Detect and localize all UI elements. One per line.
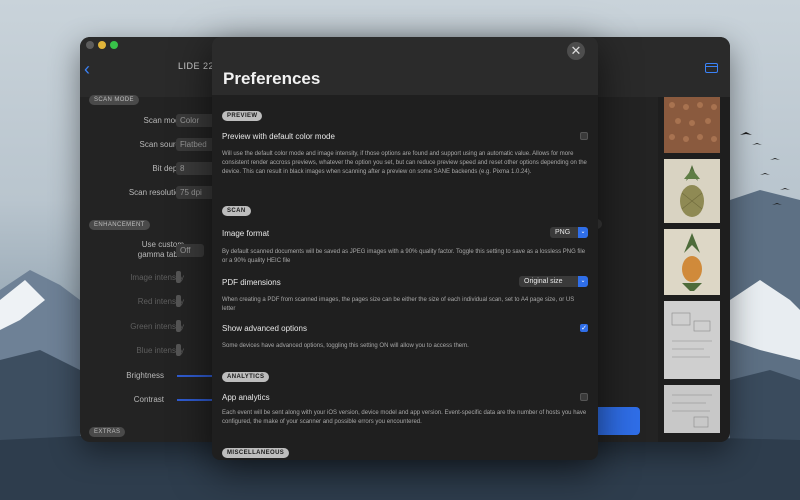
app-analytics-checkbox[interactable]	[580, 393, 588, 401]
close-icon: ✕	[570, 43, 582, 58]
contrast-slider[interactable]	[177, 399, 217, 401]
thumbnail-document-1[interactable]	[664, 301, 720, 379]
pdf-dimensions-title: PDF dimensions	[222, 278, 281, 287]
section-enhancement: ENHANCEMENT	[89, 220, 150, 230]
section-miscellaneous: MISCELLANEOUS	[222, 448, 290, 458]
scan-thumbnails	[658, 97, 730, 442]
section-analytics: ANALYTICS	[222, 372, 270, 382]
chevron-down-icon: ⌄	[578, 276, 588, 287]
page-title: Preferences	[223, 69, 321, 88]
green-intensity-slider[interactable]	[176, 320, 181, 332]
thumbnail-pattern[interactable]	[664, 97, 720, 153]
pdf-dimensions-desc: When creating a PDF from scanned images,…	[222, 297, 575, 312]
preview-default-color-desc: Will use the default color mode and imag…	[222, 151, 587, 175]
section-scan: SCAN	[222, 206, 251, 216]
zoom-window-button[interactable]	[110, 41, 118, 49]
scan-source-select[interactable]: Flatbed	[176, 138, 216, 151]
pdf-dimensions-value: Original size	[524, 278, 563, 285]
brightness-slider[interactable]	[177, 375, 217, 377]
scan-resolution-select[interactable]: 75 dpi	[176, 186, 216, 199]
close-preferences-button[interactable]: ✕	[567, 42, 585, 60]
advanced-options-title: Show advanced options	[222, 324, 307, 333]
scan-mode-select[interactable]: Color	[176, 114, 216, 127]
back-chevron-icon[interactable]: ‹	[84, 59, 90, 80]
preferences-header: Preferences ✕	[212, 37, 598, 95]
contrast-label: Contrast	[133, 395, 164, 404]
app-analytics-title: App analytics	[222, 393, 270, 402]
minimize-window-button[interactable]	[98, 41, 106, 49]
scan-options-sidebar: SCAN MODE Scan mode Color Scan source Fl…	[80, 95, 217, 442]
red-intensity-slider[interactable]	[176, 295, 181, 307]
preview-default-color-checkbox[interactable]	[580, 132, 588, 140]
scan-button[interactable]	[594, 407, 640, 435]
image-format-select[interactable]: PNG ⌄	[550, 227, 588, 238]
image-intensity-slider[interactable]	[176, 271, 181, 283]
checkmark-icon: ✓	[581, 325, 587, 332]
pdf-dimensions-select[interactable]: Original size ⌄	[519, 276, 588, 287]
preview-default-color-title: Preview with default color mode	[222, 132, 335, 141]
thumbnail-document-2[interactable]	[664, 385, 720, 433]
window-layout-icon[interactable]	[705, 63, 718, 73]
brightness-label: Brightness	[126, 371, 164, 380]
close-window-button[interactable]	[86, 41, 94, 49]
image-format-value: PNG	[555, 229, 571, 236]
blue-intensity-slider[interactable]	[176, 344, 181, 356]
section-extras: EXTRAS	[89, 427, 126, 437]
image-format-desc: By default scanned documents will be sav…	[222, 249, 586, 264]
thumbnail-pineapple-1[interactable]	[664, 159, 720, 223]
image-format-title: Image format	[222, 229, 270, 238]
section-preview: PREVIEW	[222, 111, 263, 121]
advanced-options-checkbox[interactable]: ✓	[580, 324, 588, 332]
chevron-down-icon: ⌄	[578, 227, 588, 238]
preferences-sheet: Preferences ✕ PREVIEW Preview with defau…	[212, 37, 598, 460]
bit-depth-select[interactable]: 8	[176, 162, 216, 175]
gamma-table-select[interactable]: Off	[176, 244, 204, 257]
app-analytics-desc: Each event will be sent along with your …	[222, 410, 587, 425]
thumbnail-pineapple-2[interactable]	[664, 229, 720, 295]
advanced-options-desc: Some devices have advanced options, togg…	[222, 343, 469, 349]
section-scan-mode: SCAN MODE	[89, 95, 139, 105]
